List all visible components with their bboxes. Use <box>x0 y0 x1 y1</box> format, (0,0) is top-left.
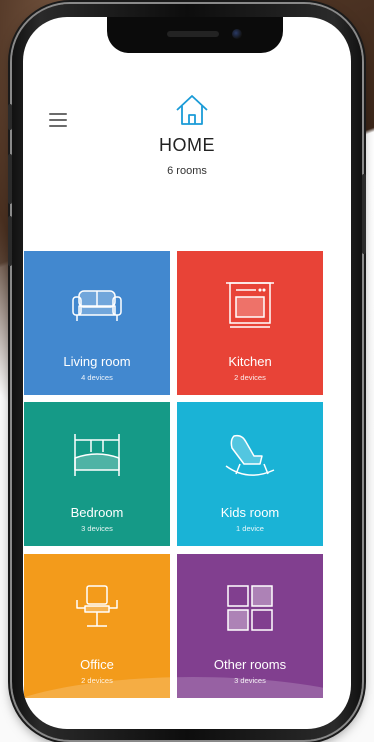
room-name: Kitchen <box>228 354 272 369</box>
room-count: 6 rooms <box>167 165 207 177</box>
room-tile-office[interactable]: Office 2 devices <box>24 554 170 698</box>
room-name: Office <box>80 657 114 672</box>
volume-down-button <box>8 216 12 266</box>
phone-notch <box>107 17 283 53</box>
device-count: 3 devices <box>81 524 113 533</box>
device-count: 2 devices <box>234 373 266 382</box>
silent-switch <box>8 104 12 130</box>
volume-up-button <box>8 154 12 204</box>
hamburger-menu-icon[interactable] <box>49 113 67 127</box>
app-screen: HOME 6 rooms Living room 4 devices Kitch… <box>23 17 351 729</box>
room-tile-kitchen[interactable]: Kitchen 2 devices <box>177 251 323 395</box>
sofa-icon <box>72 290 122 321</box>
room-tile-living-room[interactable]: Living room 4 devices <box>24 251 170 395</box>
device-count: 4 devices <box>81 373 113 382</box>
device-count: 3 devices <box>234 676 266 685</box>
speaker-grille <box>167 31 219 37</box>
house-icon <box>176 95 208 125</box>
room-tile-other-rooms[interactable]: Other rooms 3 devices <box>177 554 323 698</box>
oven-icon <box>226 282 274 328</box>
device-count: 1 device <box>236 524 264 533</box>
grid-squares-icon <box>227 585 273 631</box>
office-chair-icon <box>76 585 118 627</box>
room-name: Kids room <box>220 505 280 520</box>
rocking-horse-icon <box>225 434 275 476</box>
bed-icon <box>74 434 120 476</box>
room-name: Living room <box>63 354 131 369</box>
page-title: HOME <box>159 135 215 155</box>
power-button <box>362 174 366 254</box>
room-name: Other rooms <box>213 657 287 672</box>
room-name: Bedroom <box>70 505 124 520</box>
front-camera <box>232 29 242 39</box>
room-tile-kids-room[interactable]: Kids room 1 device <box>177 402 323 546</box>
room-tile-bedroom[interactable]: Bedroom 3 devices <box>24 402 170 546</box>
device-count: 2 devices <box>81 676 113 685</box>
